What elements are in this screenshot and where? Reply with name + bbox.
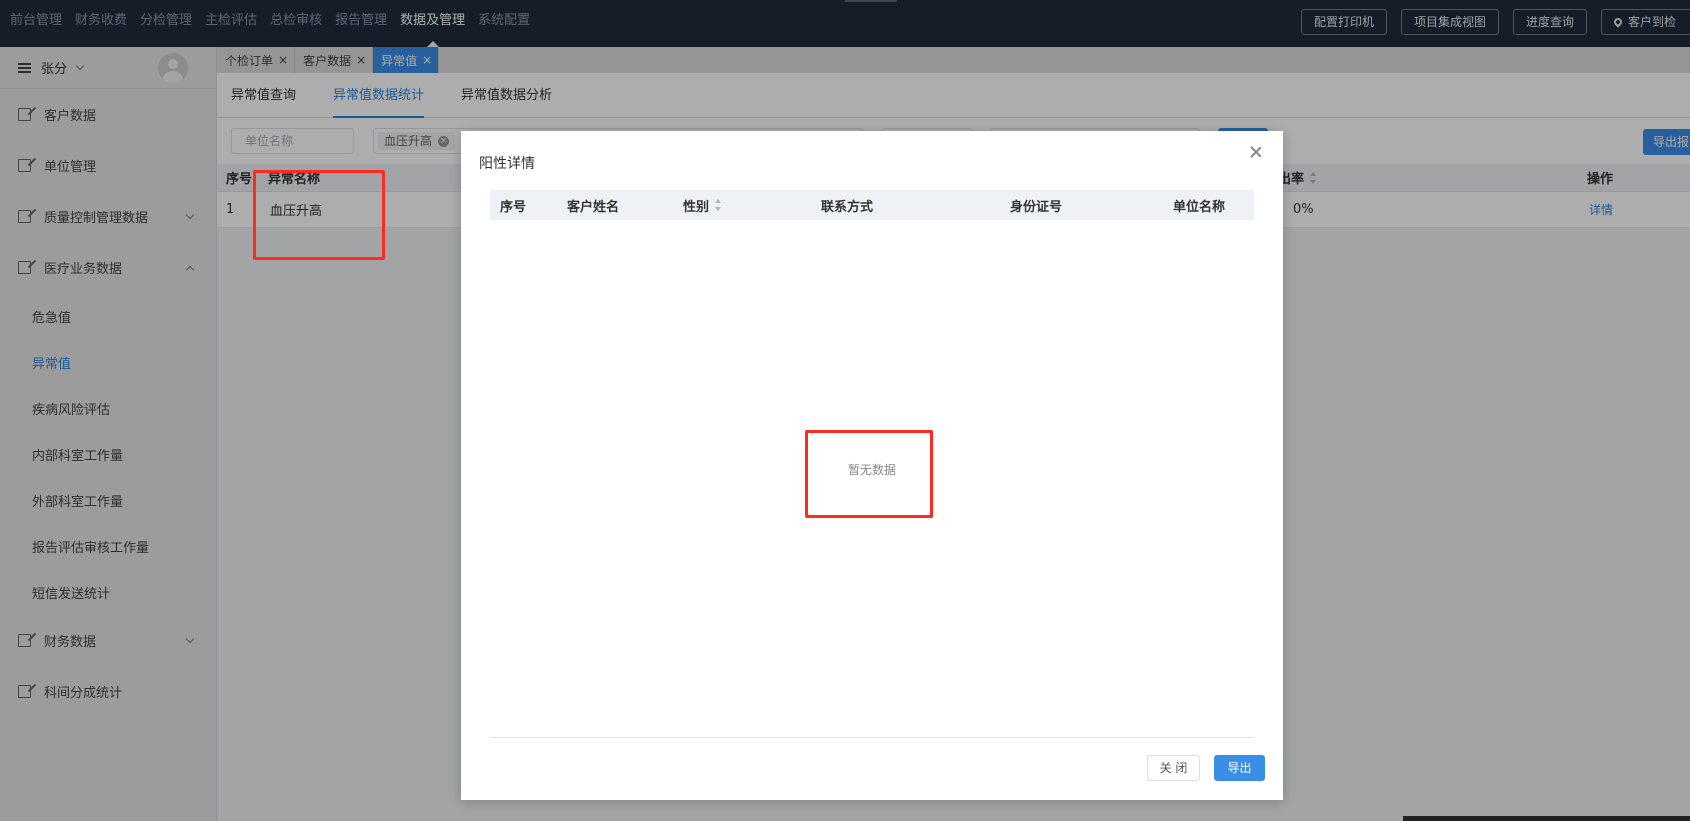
close-icon[interactable] <box>1249 145 1263 159</box>
dialog-table-header: 序号 客户姓名 性别 联系方式 身份证号 单位名称 <box>490 190 1254 220</box>
dialog-title: 阳性详情 <box>479 156 535 172</box>
dialog-header-index: 序号 <box>500 199 527 215</box>
export-button[interactable]: 导出 <box>1214 755 1265 781</box>
sort-icon[interactable] <box>715 199 722 211</box>
dialog-header-unit-name: 单位名称 <box>1173 199 1226 215</box>
close-button[interactable]: 关 闭 <box>1147 755 1200 781</box>
annotation-box <box>253 170 385 260</box>
annotation-box <box>805 430 933 518</box>
dialog-header-gender-label: 性别 <box>683 199 710 215</box>
dialog-header-contact: 联系方式 <box>821 199 874 215</box>
bottom-strip <box>1403 816 1690 821</box>
dialog-header-id-number: 身份证号 <box>1010 199 1063 215</box>
dialog-header-gender[interactable]: 性别 <box>683 190 722 220</box>
dialog-header-customer-name: 客户姓名 <box>567 199 620 215</box>
